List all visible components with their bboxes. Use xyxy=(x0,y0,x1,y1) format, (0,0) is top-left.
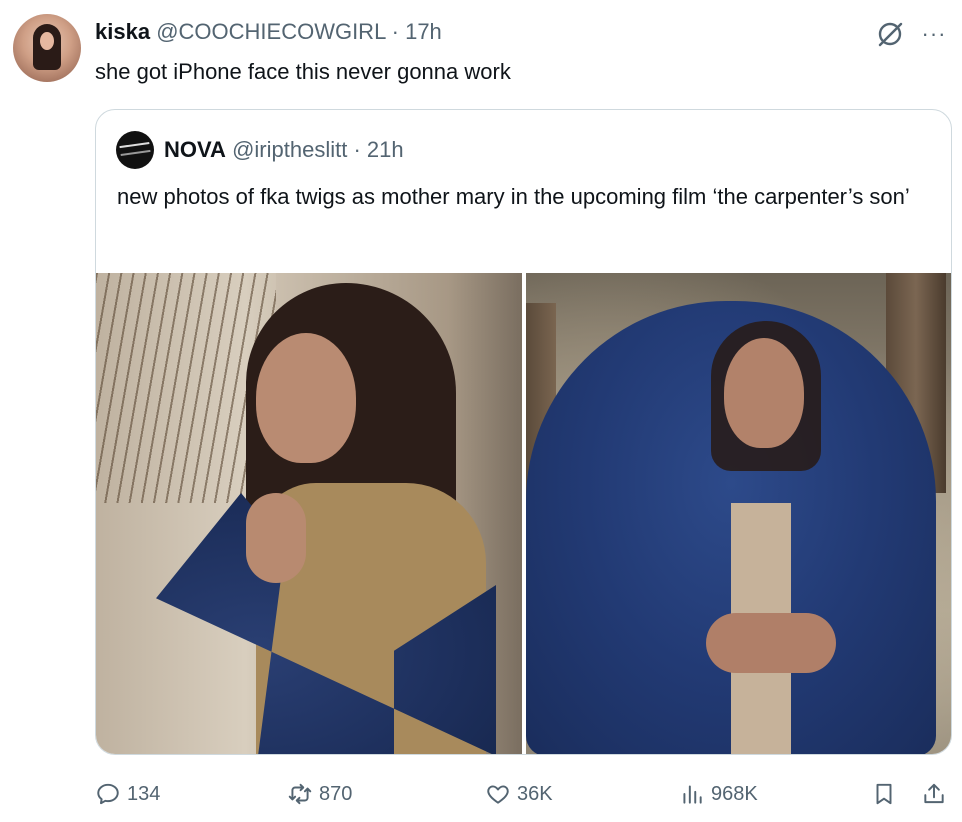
reply-icon xyxy=(97,783,119,805)
views-count: 968K xyxy=(711,782,758,805)
grok-icon[interactable] xyxy=(874,18,906,50)
quoted-author-avatar[interactable] xyxy=(116,131,154,169)
photo-face xyxy=(256,333,356,463)
reply-button[interactable]: 134 xyxy=(95,776,160,812)
quoted-tweet[interactable]: NOVA @iriptheslitt · 21h new photos of f… xyxy=(95,109,952,755)
quoted-time[interactable]: 21h xyxy=(367,137,404,162)
photo-hands xyxy=(246,493,306,583)
share-button[interactable] xyxy=(921,776,947,812)
author-avatar[interactable] xyxy=(13,14,81,82)
photo-face xyxy=(724,338,804,448)
quoted-text: new photos of fka twigs as mother mary i… xyxy=(117,184,910,209)
like-count: 36K xyxy=(517,782,553,805)
tweet-header: kiska @COOCHIECOWGIRL · 17h xyxy=(95,18,442,46)
media-grid xyxy=(96,273,951,754)
avatar-face xyxy=(40,32,54,50)
author-handle[interactable]: @COOCHIECOWGIRL xyxy=(156,19,385,44)
photo-1[interactable] xyxy=(96,273,522,754)
avatar-scribble xyxy=(119,141,151,157)
views-button[interactable]: 968K xyxy=(679,776,758,812)
separator-dot: · xyxy=(391,19,399,44)
heart-icon xyxy=(487,785,509,804)
quoted-author-handle[interactable]: @iriptheslitt xyxy=(232,137,347,162)
quoted-author-name[interactable]: NOVA xyxy=(164,137,226,162)
bookmark-button[interactable] xyxy=(871,776,897,812)
tweet-text: she got iPhone face this never gonna wor… xyxy=(95,59,511,84)
retweet-button[interactable]: 870 xyxy=(287,776,352,812)
photo-hands xyxy=(706,613,836,673)
tweet-time[interactable]: 17h xyxy=(405,19,442,44)
views-icon xyxy=(683,785,702,804)
separator-dot: · xyxy=(353,137,361,162)
action-bar: 134 870 36K 968K xyxy=(95,776,957,812)
photo-2[interactable] xyxy=(526,273,951,754)
bookmark-icon xyxy=(876,783,892,805)
retweet-icon xyxy=(288,783,312,805)
author-name[interactable]: kiska xyxy=(95,19,150,44)
reply-count: 134 xyxy=(127,782,161,805)
quoted-header: NOVA @iriptheslitt · 21h xyxy=(164,136,404,164)
retweet-count: 870 xyxy=(319,782,353,805)
more-icon[interactable]: ··· xyxy=(918,20,950,48)
share-icon xyxy=(924,783,944,804)
like-button[interactable]: 36K xyxy=(485,776,553,812)
